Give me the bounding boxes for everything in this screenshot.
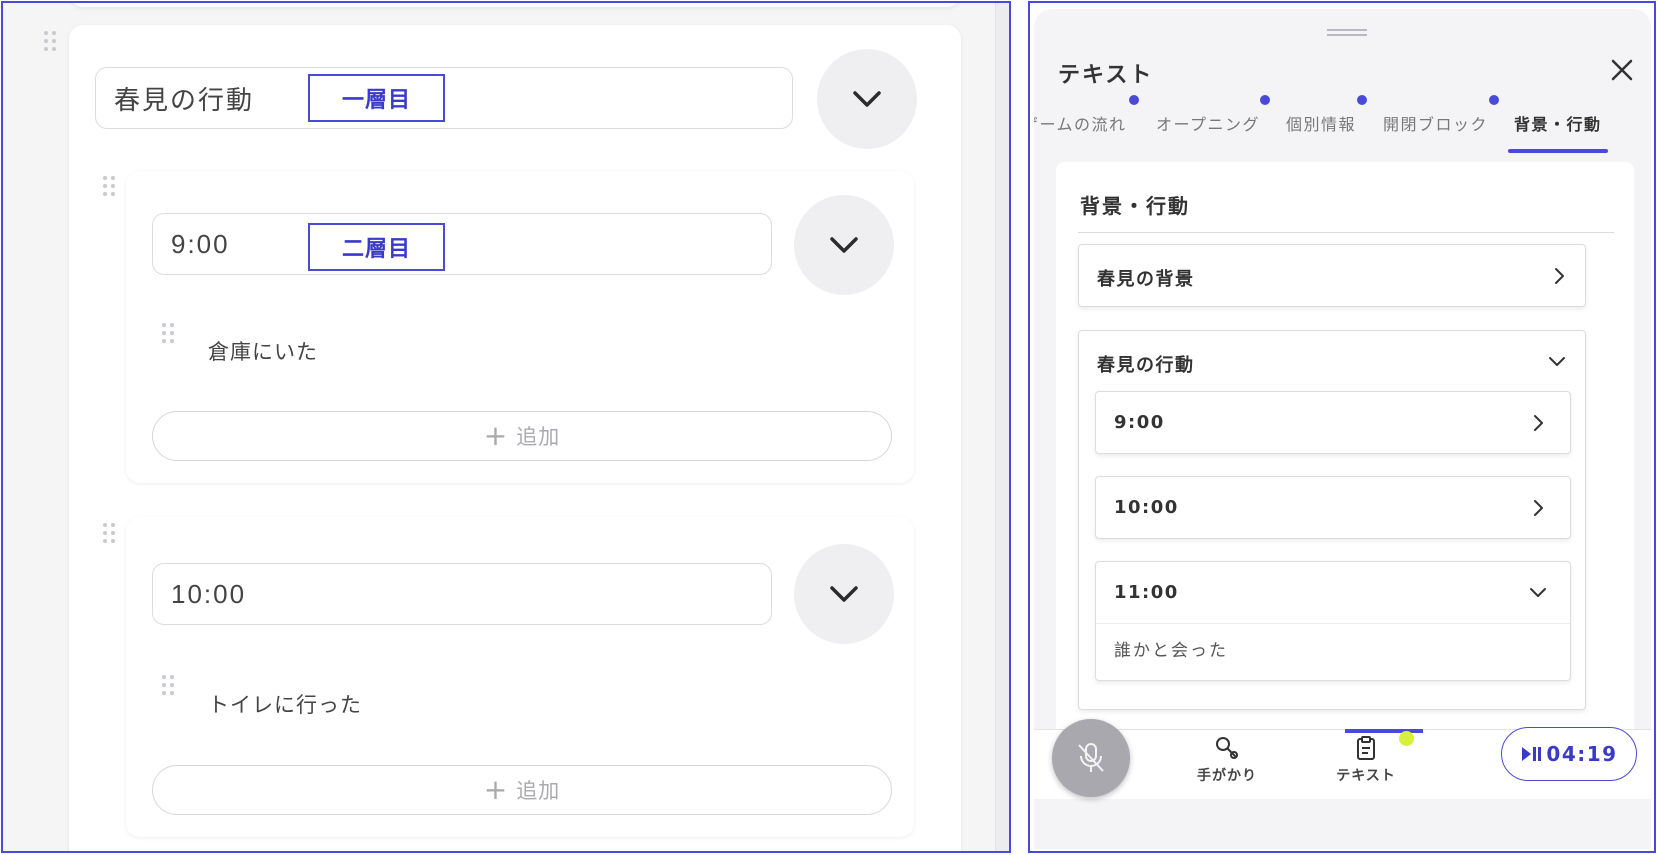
accordion-time-10[interactable]: 10:00 (1095, 476, 1571, 539)
chevron-down-icon (830, 586, 858, 602)
list-item[interactable]: 倉庫にいた (208, 336, 318, 366)
tab-individual-info[interactable]: 個別情報 (1286, 111, 1356, 135)
group1-time-field[interactable]: 9:00 (152, 213, 772, 275)
chevron-down-icon (853, 91, 881, 107)
tab-dot-indicator (1489, 95, 1499, 105)
item-drag-handle-icon[interactable] (162, 323, 174, 345)
tab-dot-indicator (1129, 95, 1139, 105)
add-label: 追加 (516, 779, 561, 803)
tab-bar: ゲームの流れ オープニング 個別情報 開閉ブロック 背景・行動 (1034, 93, 1651, 155)
group1-time-value: 9:00 (171, 228, 230, 259)
bottom-sheet: テキスト ゲームの流れ オープニング 個別情報 開閉ブロック 背景・行動 背景・… (1034, 9, 1651, 849)
layer-two-tag: 二層目 (341, 237, 411, 262)
divider (1078, 232, 1614, 233)
tab-background-action[interactable]: 背景・行動 (1514, 111, 1602, 135)
group2-collapse-button[interactable] (794, 544, 894, 644)
active-tab-indicator (1508, 149, 1608, 153)
accordion-haruki-action: 春見の行動 9:00 10:00 11:00 誰かと会った (1078, 330, 1586, 710)
chevron-down-icon (830, 237, 858, 253)
group1-drag-handle-icon[interactable] (103, 176, 115, 198)
editor-scroll-area: 春見の行動 一層目 9:00 二層目 倉庫にいた + 追加 10:00 トイレに… (3, 3, 998, 851)
timer-play-pause-button[interactable]: 04:19 (1501, 727, 1637, 781)
scrollbar[interactable] (995, 3, 1009, 851)
add-label: 追加 (516, 425, 561, 449)
nav-label: 手がかり (1197, 768, 1257, 784)
group1-card: 9:00 二層目 倉庫にいた + 追加 (126, 171, 914, 483)
accordion-haruki-background[interactable]: 春見の背景 (1078, 244, 1586, 307)
preview-panel: テキスト ゲームの流れ オープニング 個別情報 開閉ブロック 背景・行動 背景・… (1028, 1, 1656, 853)
chevron-right-icon (1555, 268, 1564, 284)
accordion-label: 春見の行動 (1097, 355, 1195, 376)
accordion-time-9[interactable]: 9:00 (1095, 391, 1571, 454)
tab-dot-indicator (1357, 95, 1367, 105)
list-item[interactable]: トイレに行った (208, 689, 362, 719)
play-pause-icon (1522, 747, 1542, 761)
accordion-label: 春見の背景 (1097, 269, 1195, 290)
editor-panel: 春見の行動 一層目 9:00 二層目 倉庫にいた + 追加 10:00 トイレに… (1, 1, 1011, 853)
layer-one-annotation: 一層目 (308, 74, 445, 122)
section-title: 背景・行動 (1080, 194, 1190, 218)
accordion-header[interactable]: 春見の行動 (1079, 331, 1585, 393)
chevron-right-icon (1534, 415, 1543, 431)
plus-icon: + (483, 773, 509, 806)
plus-icon: + (483, 419, 509, 452)
nav-label: テキスト (1336, 768, 1396, 784)
layer-one-tag: 一層目 (341, 88, 411, 113)
tab-opening[interactable]: オープニング (1156, 111, 1260, 135)
chevron-down-icon (1549, 357, 1565, 366)
tab-game-flow[interactable]: ゲームの流れ (1034, 111, 1127, 135)
sheet-grab-handle[interactable] (1327, 29, 1367, 36)
sheet-title: テキスト (1058, 63, 1154, 88)
group2-add-button[interactable]: + 追加 (152, 765, 892, 815)
timer-value: 04:19 (1546, 742, 1618, 766)
close-icon[interactable] (1607, 55, 1637, 85)
accordion-label: 9:00 (1114, 412, 1165, 433)
group2-card: 10:00 トイレに行った + 追加 (126, 517, 914, 837)
clipboard-icon (1357, 736, 1375, 760)
outer-drag-handle-icon[interactable] (44, 31, 56, 53)
tab-toggle-block[interactable]: 開閉ブロック (1383, 111, 1488, 135)
tab-dot-indicator (1260, 95, 1270, 105)
previous-card-edge (69, 3, 961, 7)
accordion-body-text: 誰かと会った (1114, 641, 1228, 661)
mic-toggle-button[interactable] (1052, 719, 1130, 797)
item-drag-handle-icon[interactable] (162, 675, 174, 697)
accordion-label: 10:00 (1114, 497, 1179, 518)
chevron-right-icon (1534, 500, 1543, 516)
search-key-icon (1216, 737, 1238, 759)
group1-add-button[interactable]: + 追加 (152, 411, 892, 461)
outer-title-value: 春見の行動 (114, 84, 255, 115)
layer-two-annotation: 二層目 (308, 223, 445, 271)
outer-collapse-button[interactable] (817, 49, 917, 149)
accordion-header[interactable]: 11:00 (1096, 562, 1570, 624)
group2-time-field[interactable]: 10:00 (152, 563, 772, 625)
notification-dot (1399, 731, 1414, 746)
chevron-down-icon (1530, 588, 1546, 597)
nav-clues[interactable]: 手がかり (1177, 735, 1277, 795)
group2-time-value: 10:00 (171, 578, 247, 609)
mic-off-icon (1078, 743, 1104, 772)
group1-collapse-button[interactable] (794, 195, 894, 295)
accordion-label: 11:00 (1114, 582, 1179, 603)
group2-drag-handle-icon[interactable] (103, 523, 115, 545)
accordion-time-11: 11:00 誰かと会った (1095, 561, 1571, 681)
section-card: 背景・行動 春見の背景 春見の行動 9:00 10:00 11:00 誰かと会っ… (1056, 162, 1634, 780)
